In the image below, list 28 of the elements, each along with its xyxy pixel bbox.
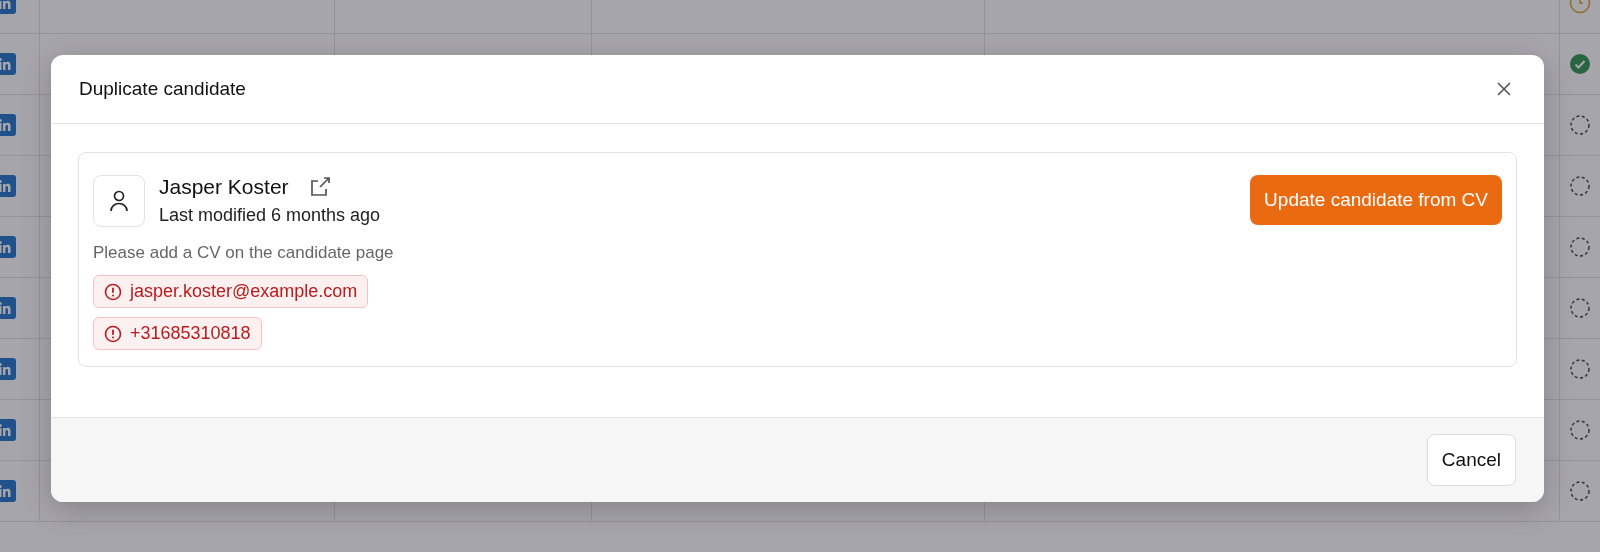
dashed-circle-icon (1569, 175, 1591, 197)
warning-icon (104, 324, 122, 343)
dialog-title: Duplicate candidate (79, 78, 246, 100)
external-link-icon[interactable] (308, 176, 331, 198)
dashed-circle-icon (1569, 114, 1591, 136)
candidate-name: Jasper Koster (159, 175, 289, 199)
dashed-circle-icon (1569, 480, 1591, 502)
conflict-text: jasper.koster@example.com (130, 281, 358, 302)
conflict-text: +31685310818 (130, 323, 251, 344)
dashed-circle-icon (1569, 358, 1591, 380)
dashed-circle-icon (1569, 419, 1591, 441)
linkedin-icon[interactable] (0, 114, 16, 136)
dashed-circle-icon (1569, 236, 1591, 258)
warning-icon (104, 282, 122, 301)
close-icon (1496, 81, 1512, 97)
linkedin-icon[interactable] (0, 358, 16, 380)
linkedin-icon[interactable] (0, 236, 16, 258)
linkedin-icon[interactable] (0, 53, 16, 75)
linkedin-icon[interactable] (0, 175, 16, 197)
cancel-button[interactable]: Cancel (1426, 434, 1516, 486)
dashed-circle-icon (1569, 297, 1591, 319)
hint-text: Please add a CV on the candidate page (93, 243, 395, 263)
linkedin-icon[interactable] (0, 480, 16, 502)
linkedin-icon[interactable] (0, 297, 16, 319)
check-circle-icon (1569, 53, 1591, 75)
avatar-icon (93, 175, 145, 227)
last-modified-text: Last modified 6 months ago (159, 205, 381, 226)
linkedin-icon[interactable] (0, 419, 16, 441)
